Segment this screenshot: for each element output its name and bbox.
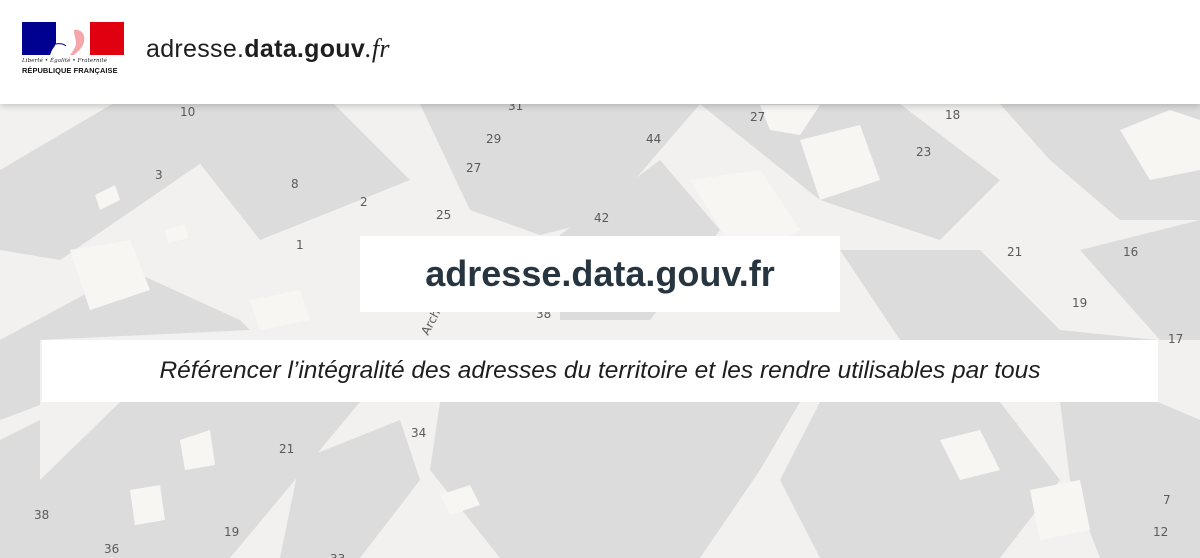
republic-motto: Liberté • Égalité • Fraternité (22, 58, 108, 64)
building-block (0, 420, 40, 558)
address-number: 3 (155, 168, 163, 182)
address-number: 17 (1168, 332, 1183, 346)
address-number: 38 (34, 508, 49, 522)
republique-francaise-logo[interactable]: Liberté • Égalité • Fraternité RÉPUBLIQU… (22, 22, 126, 80)
tricolor-flag (22, 22, 124, 55)
address-number: 19 (224, 525, 239, 539)
address-number: 23 (916, 145, 931, 159)
address-number: 18 (945, 108, 960, 122)
address-number: 21 (279, 442, 294, 456)
address-number: 29 (486, 132, 501, 146)
address-number: 10 (180, 105, 195, 119)
courtyard (1030, 480, 1090, 540)
hero-subtitle: Référencer l’intégralité des adresses du… (159, 357, 1041, 384)
address-number: 34 (411, 426, 426, 440)
site-title-prefix: adresse. (146, 35, 245, 63)
address-number: 44 (646, 132, 661, 146)
courtyard (130, 485, 165, 525)
address-number: 27 (750, 110, 765, 124)
site-title-link[interactable]: adresse.data.gouv.fr (146, 34, 390, 64)
address-number: 42 (594, 211, 609, 225)
address-number: 21 (1007, 245, 1022, 259)
courtyard (966, 450, 986, 468)
site-title-bold: data.gouv (244, 35, 366, 63)
address-number: 25 (436, 208, 451, 222)
hero-subtitle-box: Référencer l’intégralité des adresses du… (42, 340, 1158, 402)
republic-name: RÉPUBLIQUE FRANÇAISE (22, 66, 118, 75)
hero-title: adresse.data.gouv.fr (425, 253, 775, 294)
address-number: 33 (330, 552, 345, 558)
page: 10 31 29 27 44 27 18 23 3 8 2 25 42 1 21… (0, 0, 1200, 558)
site-header: Liberté • Égalité • Fraternité RÉPUBLIQU… (0, 0, 1200, 104)
address-number: 8 (291, 177, 299, 191)
hero-title-box: adresse.data.gouv.fr (360, 236, 840, 312)
address-number: 1 (296, 238, 304, 252)
marianne-icon (50, 28, 85, 55)
site-title-suffix: .fr (365, 34, 390, 63)
address-number: 2 (360, 195, 368, 209)
address-number: 19 (1072, 296, 1087, 310)
address-number: 7 (1163, 493, 1171, 507)
address-number: 12 (1153, 525, 1168, 539)
address-number: 36 (104, 542, 119, 556)
address-number: 16 (1123, 245, 1138, 259)
address-number: 27 (466, 161, 481, 175)
